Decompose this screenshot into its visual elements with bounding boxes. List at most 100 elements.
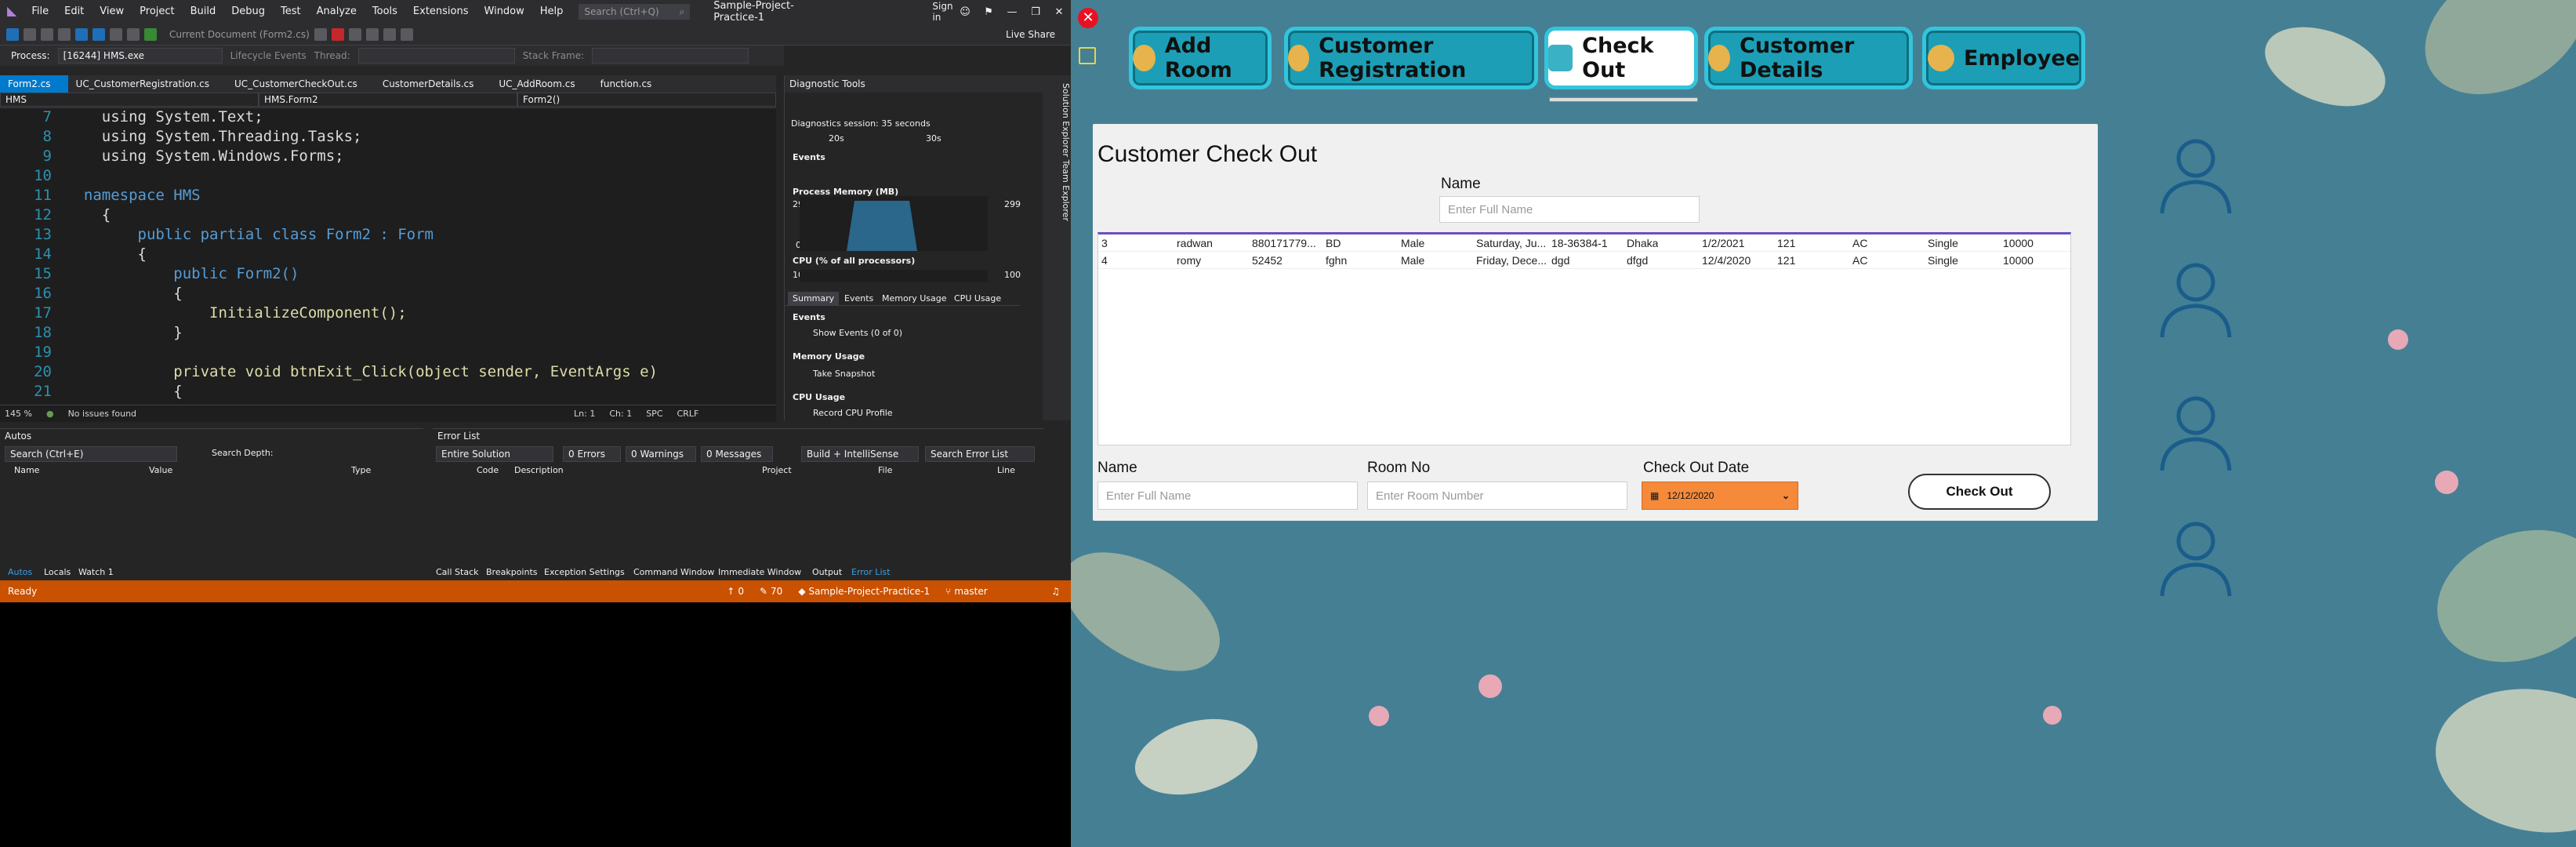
show-events-link[interactable]: Show Events (0 of 0) <box>813 328 902 338</box>
restore-icon[interactable]: ❐ <box>1024 6 1047 18</box>
record-cpu-link[interactable]: Record CPU Profile <box>813 408 893 418</box>
menu-window[interactable]: Window <box>477 0 532 24</box>
step-out-icon[interactable] <box>400 27 413 41</box>
tab-function[interactable]: function.cs <box>593 75 669 93</box>
checkout-date-picker[interactable]: ▦ 12/12/2020 ⌄ <box>1642 482 1798 510</box>
save-all-icon[interactable] <box>93 27 105 41</box>
forward-icon[interactable] <box>24 27 36 41</box>
tab-form2[interactable]: Form2.cs <box>0 75 68 93</box>
back-icon[interactable] <box>6 27 19 41</box>
tab-employee[interactable]: Employee <box>1922 27 2085 89</box>
menu-help[interactable]: Help <box>532 0 571 24</box>
new-project-icon[interactable] <box>41 27 53 41</box>
tab-events[interactable]: Events <box>840 292 878 305</box>
table-row[interactable]: 4 romy 52452 fghn Male Friday, Dece... d… <box>1098 252 2070 269</box>
stack-frame-select[interactable] <box>592 48 749 64</box>
menu-file[interactable]: File <box>24 0 56 24</box>
room-no-input[interactable] <box>1367 482 1627 510</box>
menu-edit[interactable]: Edit <box>56 0 92 24</box>
tab-summary[interactable]: Summary <box>788 292 840 305</box>
changes-count[interactable]: 70 <box>771 586 782 597</box>
line-number: 19 <box>34 344 52 361</box>
stop-icon[interactable] <box>331 27 344 41</box>
checkout-button[interactable]: Check Out <box>1908 474 2051 510</box>
menu-build[interactable]: Build <box>183 0 224 24</box>
project-select[interactable]: HMS <box>0 93 259 107</box>
tab-watch-1[interactable]: Watch 1 <box>78 567 114 577</box>
feedback-icon[interactable]: ⚑ <box>977 6 1000 18</box>
tab-memory-usage[interactable]: Memory Usage <box>877 292 952 305</box>
menu-project[interactable]: Project <box>132 0 182 24</box>
flower-decoration <box>2435 471 2458 494</box>
notifications-icon[interactable]: ♫ <box>1051 586 1060 597</box>
pause-icon[interactable] <box>314 27 327 41</box>
tab-customer-registration[interactable]: Customer Registration <box>1284 27 1538 89</box>
tab-locals[interactable]: Locals <box>44 567 71 577</box>
close-window-icon[interactable]: ✕ <box>1047 6 1071 18</box>
class-select[interactable]: HMS.Form2 <box>259 93 517 107</box>
step-into-icon[interactable] <box>383 27 396 41</box>
undo-icon[interactable] <box>110 27 122 41</box>
side-tool-tabs[interactable]: Solution Explorer Team Explorer <box>1043 75 1071 420</box>
close-icon[interactable]: ✕ <box>1078 8 1098 28</box>
tab-call-stack[interactable]: Call Stack <box>436 567 478 577</box>
minimize-icon[interactable]: — <box>1000 6 1024 18</box>
redo-icon[interactable] <box>127 27 140 41</box>
scope-select[interactable]: Entire Solution <box>436 446 553 462</box>
tab-uc-add-room[interactable]: UC_AddRoom.cs <box>491 75 592 93</box>
search-name-input[interactable] <box>1439 196 1700 223</box>
tab-uc-customer-checkout[interactable]: UC_CustomerCheckOut.cs <box>227 75 375 93</box>
table-row[interactable]: 3 radwan 880171779... BD Male Saturday, … <box>1098 234 2070 252</box>
lifecycle-events-label[interactable]: Lifecycle Events <box>230 50 307 61</box>
thread-select[interactable] <box>357 48 515 64</box>
menu-extensions[interactable]: Extensions <box>405 0 477 24</box>
tab-customer-details[interactable]: Customer Details <box>1704 27 1913 89</box>
messages-filter[interactable]: 0 Messages <box>701 446 773 462</box>
menu-square-icon[interactable] <box>1079 47 1096 64</box>
menu-tools[interactable]: Tools <box>365 0 405 24</box>
tab-breakpoints[interactable]: Breakpoints <box>486 567 538 577</box>
menu-debug[interactable]: Debug <box>223 0 273 24</box>
build-select[interactable]: Build + IntelliSense <box>801 446 919 462</box>
pending-count[interactable]: 0 <box>738 586 744 597</box>
repository-name[interactable]: Sample-Project-Practice-1 <box>809 586 931 597</box>
take-snapshot-link[interactable]: Take Snapshot <box>813 369 875 379</box>
tab-check-out[interactable]: Check Out <box>1544 27 1698 89</box>
member-select[interactable]: Form2() <box>517 93 776 107</box>
tab-immediate-window[interactable]: Immediate Window <box>718 567 801 577</box>
code-editor[interactable]: 7 using System.Text; 8 using System.Thre… <box>0 108 776 405</box>
issues-status[interactable]: No issues found <box>68 409 136 419</box>
error-search-input[interactable]: Search Error List <box>925 446 1035 462</box>
line-number: 21 <box>34 383 52 400</box>
autos-search-input[interactable]: Search (Ctrl+E) <box>5 446 177 462</box>
tab-customer-details[interactable]: CustomerDetails.cs <box>375 75 492 93</box>
customer-grid[interactable]: 3 radwan 880171779... BD Male Saturday, … <box>1098 232 2071 445</box>
process-select[interactable]: [16244] HMS.exe <box>57 48 223 64</box>
flower-decoration <box>2043 706 2062 725</box>
warnings-filter[interactable]: 0 Warnings <box>626 446 696 462</box>
step-over-icon[interactable] <box>365 27 379 41</box>
tab-output[interactable]: Output <box>812 567 842 577</box>
name-input[interactable] <box>1098 482 1358 510</box>
tab-uc-customer-registration[interactable]: UC_CustomerRegistration.cs <box>68 75 227 93</box>
tab-cpu-usage[interactable]: CPU Usage <box>949 292 1006 305</box>
menu-test[interactable]: Test <box>273 0 309 24</box>
menu-view[interactable]: View <box>92 0 132 24</box>
tab-autos[interactable]: Autos <box>8 567 32 577</box>
account-icon[interactable]: ☺ <box>953 6 977 18</box>
search-input[interactable]: Search (Ctrl+Q) ⌕ <box>579 4 691 20</box>
errors-filter[interactable]: 0 Errors <box>563 446 621 462</box>
live-share-button[interactable]: Live Share <box>1006 29 1055 40</box>
open-icon[interactable] <box>58 27 71 41</box>
tab-add-room[interactable]: Add Room <box>1129 27 1272 89</box>
zoom-level[interactable]: 145 % <box>5 409 32 419</box>
tab-error-list[interactable]: Error List <box>851 567 891 577</box>
sign-in-link[interactable]: Sign in <box>932 1 953 23</box>
menu-analyze[interactable]: Analyze <box>309 0 365 24</box>
save-icon[interactable] <box>75 27 88 41</box>
tab-exception-settings[interactable]: Exception Settings <box>544 567 625 577</box>
restart-icon[interactable] <box>348 27 361 41</box>
branch-name[interactable]: master <box>954 586 987 597</box>
tab-command-window[interactable]: Command Window <box>633 567 714 577</box>
continue-icon[interactable] <box>144 27 157 41</box>
